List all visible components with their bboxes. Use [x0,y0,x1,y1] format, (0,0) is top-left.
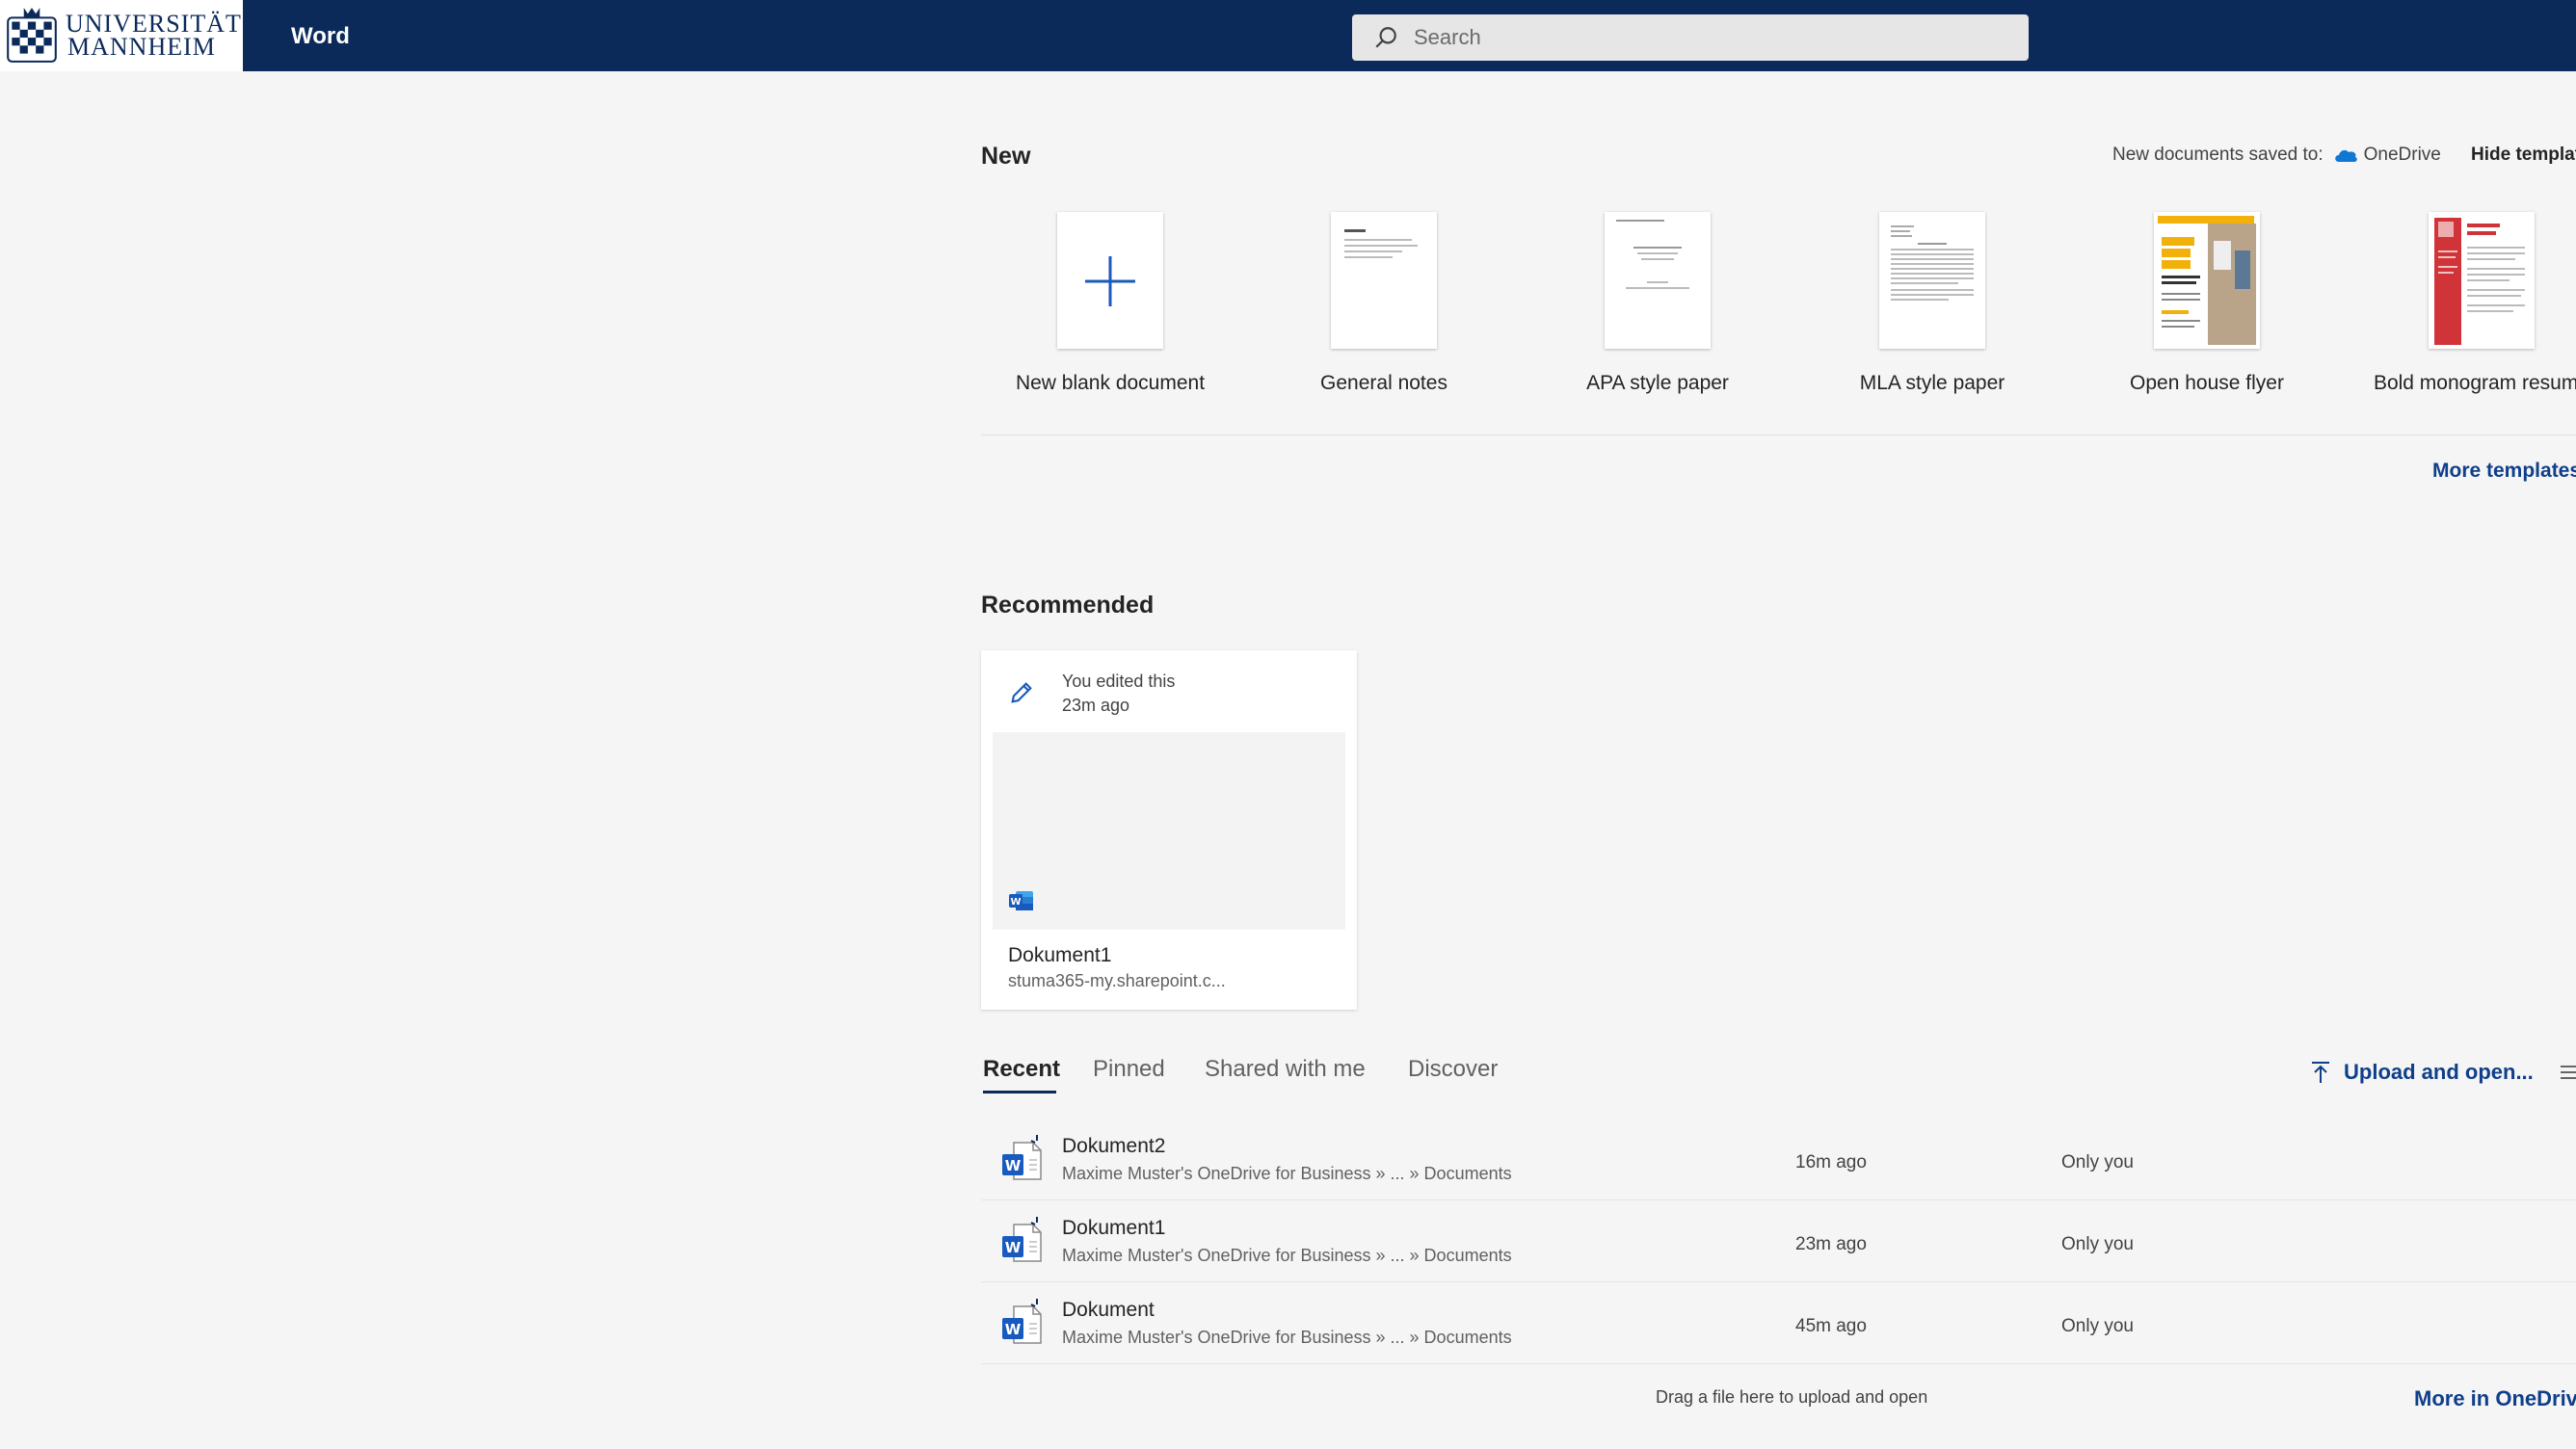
saved-to-label: New documents saved to: [2112,145,2324,165]
new-section-title: New [981,143,1031,170]
document-preview-icon [1616,220,1689,289]
file-modified: 45m ago [1795,1316,1867,1336]
template-label: General notes [1320,372,1447,394]
file-path: Maxime Muster's OneDrive for Business » … [1062,1328,1512,1347]
upload-icon [2312,1062,2329,1083]
file-path: Maxime Muster's OneDrive for Business » … [1062,1246,1512,1265]
template-thumbnail [1331,212,1437,349]
file-sharing: Only you [2061,1316,2134,1336]
file-name[interactable]: Dokument1 [1062,1217,1165,1240]
search-input[interactable] [1412,24,1994,51]
template-label: Bold monogram resume [2373,372,2576,394]
template-label: Open house flyer [2130,372,2284,394]
template-thumbnail [2429,212,2535,349]
file-modified: 16m ago [1795,1152,1867,1172]
recommended-file-name: Dokument1 [1008,944,1112,966]
template-apa-paper[interactable]: APA style paper [1532,212,1783,395]
search-box[interactable] [1352,14,2029,61]
template-mla-paper[interactable]: MLA style paper [1807,212,2058,395]
pencil-icon [1011,682,1032,703]
saved-to-location[interactable]: OneDrive [2364,145,2441,166]
template-thumbnail [1057,212,1163,349]
logo-line2: MANNHEIM [67,33,216,61]
recommended-card[interactable]: You edited this 23m ago W Dokument1 stum… [981,650,1357,1010]
tab-recent[interactable]: Recent [983,1056,1060,1083]
list-view-icon[interactable] [2559,1064,2576,1081]
activity-line1: You edited this [1062,672,1176,691]
template-general-notes[interactable]: General notes [1259,212,1509,395]
recommended-activity: You edited this 23m ago [1062,670,1175,718]
upload-and-open-button[interactable]: Upload and open... [2309,1060,2534,1085]
word-document-icon: W [1002,1217,1042,1262]
onedrive-icon [2334,149,2357,162]
file-name[interactable]: Dokument [1062,1299,1155,1322]
template-thumbnail [1879,212,1985,349]
flyer-preview-icon [2154,212,2260,349]
document-preview [993,732,1345,930]
tab-pinned[interactable]: Pinned [1093,1056,1165,1083]
file-name[interactable]: Dokument2 [1062,1135,1165,1158]
hide-templates-button[interactable]: Hide templates [2471,145,2576,166]
logo-wordmark: UNIVERSITÄT MANNHEIM [66,12,242,61]
tab-shared-with-me[interactable]: Shared with me [1205,1056,1366,1083]
recommended-file-location: stuma365-my.sharepoint.c... [1008,971,1226,990]
file-path: Maxime Muster's OneDrive for Business » … [1062,1164,1512,1183]
file-row[interactable]: W Dokument1 Maxime Muster's OneDrive for… [981,1199,2576,1282]
plus-icon [1085,256,1135,306]
saved-to-info: New documents saved to: OneDrive [2112,145,2441,166]
word-document-icon: W [1002,1135,1042,1180]
word-document-icon: W [1002,1299,1042,1344]
activity-line2: 23m ago [1062,696,1130,715]
template-thumbnail [2154,212,2260,349]
template-label: APA style paper [1586,372,1729,394]
svg-text:W: W [1005,1239,1022,1256]
file-sharing: Only you [2061,1234,2134,1254]
document-preview-icon [1344,229,1418,258]
svg-text:W: W [1005,1157,1022,1174]
recommended-section-title: Recommended [981,592,1155,619]
word-icon: W [1009,891,1033,910]
upload-label: Upload and open... [2344,1060,2534,1084]
template-blank[interactable]: New blank document [985,212,1235,395]
file-sharing: Only you [2061,1152,2134,1172]
document-preview-icon [1891,225,1974,301]
app-name[interactable]: Word [291,23,350,50]
template-thumbnail [1605,212,1711,349]
search-icon [1375,27,1396,48]
tab-discover[interactable]: Discover [1408,1056,1498,1083]
active-tab-indicator [983,1091,1056,1093]
template-open-house-flyer[interactable]: Open house flyer [2082,212,2332,395]
resume-preview-icon [2434,218,2525,345]
crest-icon [7,8,57,63]
svg-text:W: W [1005,1321,1022,1338]
more-in-onedrive-link[interactable]: More in OneDrive [2414,1386,2576,1411]
drag-drop-hint: Drag a file here to upload and open [1656,1387,1928,1407]
svg-text:W: W [1010,897,1021,908]
file-row[interactable]: W Dokument Maxime Muster's OneDrive for … [981,1281,2576,1364]
more-templates-link[interactable]: More templates [2432,460,2576,483]
university-logo[interactable]: UNIVERSITÄT MANNHEIM [0,0,243,71]
template-bold-monogram-resume[interactable]: Bold monogram resume [2356,212,2576,395]
template-label: New blank document [1015,372,1206,394]
top-bar: UNIVERSITÄT MANNHEIM Word [0,0,2576,71]
template-label: MLA style paper [1859,372,2005,394]
file-row[interactable]: W Dokument2 Maxime Muster's OneDrive for… [981,1118,2576,1200]
file-modified: 23m ago [1795,1234,1867,1254]
